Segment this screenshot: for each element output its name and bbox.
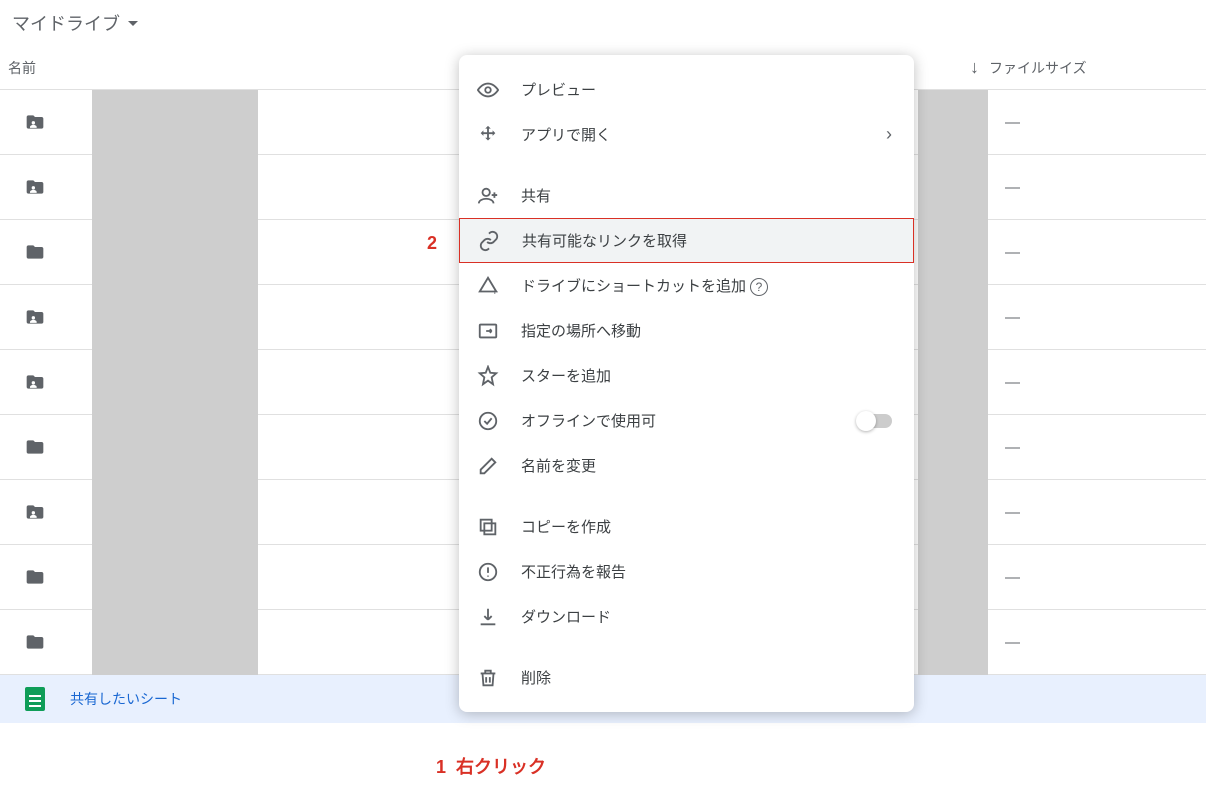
folder-icon (0, 437, 70, 457)
svg-text:+: + (492, 286, 498, 297)
file-size-cell: — (990, 114, 1020, 131)
menu-rename-label: 名前を変更 (521, 455, 596, 476)
caret-down-icon (128, 21, 138, 26)
pencil-icon (477, 455, 521, 477)
menu-open-with[interactable]: アプリで開く › (459, 112, 914, 157)
menu-preview-label: プレビュー (521, 79, 596, 100)
menu-move[interactable]: 指定の場所へ移動 (459, 308, 914, 353)
move-icon (477, 124, 521, 146)
menu-preview[interactable]: プレビュー (459, 67, 914, 112)
annotation-step-1: 1 右クリック (436, 753, 546, 779)
person-add-icon (477, 185, 521, 207)
menu-add-shortcut[interactable]: + ドライブにショートカットを追加? (459, 263, 914, 308)
file-size-cell: — (990, 309, 1020, 326)
eye-icon (477, 79, 521, 101)
menu-report[interactable]: 不正行為を報告 (459, 549, 914, 594)
selected-file-name: 共有したいシート (70, 689, 182, 709)
shared-folder-icon (0, 502, 70, 522)
context-menu: プレビュー アプリで開く › 共有 共有可能なリンクを取得 + ドライブにショー… (459, 55, 914, 712)
shared-folder-icon (0, 112, 70, 132)
menu-download[interactable]: ダウンロード (459, 594, 914, 639)
menu-star[interactable]: スターを追加 (459, 353, 914, 398)
copy-icon (477, 516, 521, 538)
menu-star-label: スターを追加 (521, 365, 611, 386)
column-size-label: ファイルサイズ (989, 58, 1087, 78)
thumbnail-column-bg (92, 90, 258, 675)
offline-check-icon (477, 410, 521, 432)
trash-icon (477, 667, 521, 689)
menu-get-link[interactable]: 共有可能なリンクを取得 (459, 218, 914, 263)
sort-down-icon: ↓ (970, 57, 979, 78)
menu-offline[interactable]: オフラインで使用可 (459, 398, 914, 443)
menu-report-label: 不正行為を報告 (521, 561, 626, 582)
report-icon (477, 561, 521, 583)
file-size-cell: — (990, 244, 1020, 261)
file-size-cell: — (990, 179, 1020, 196)
menu-share-label: 共有 (521, 185, 551, 206)
folder-icon (0, 567, 70, 587)
offline-toggle[interactable] (858, 414, 892, 428)
shared-folder-icon (0, 307, 70, 327)
chevron-right-icon: › (886, 124, 892, 145)
menu-share[interactable]: 共有 (459, 173, 914, 218)
menu-get-link-label: 共有可能なリンクを取得 (522, 230, 687, 251)
menu-delete-label: 削除 (521, 667, 551, 688)
file-size-cell: — (990, 374, 1020, 391)
help-icon[interactable]: ? (750, 278, 768, 296)
menu-delete[interactable]: 削除 (459, 655, 914, 700)
drive-header[interactable]: マイドライブ (0, 0, 1206, 46)
menu-rename[interactable]: 名前を変更 (459, 443, 914, 488)
folder-icon (0, 242, 70, 262)
menu-copy-label: コピーを作成 (521, 516, 611, 537)
download-icon (477, 606, 521, 628)
file-size-cell: — (990, 634, 1020, 651)
file-size-cell: — (990, 569, 1020, 586)
shared-folder-icon (0, 372, 70, 392)
menu-move-label: 指定の場所へ移動 (521, 320, 641, 341)
annotation-step-2: 2 (427, 233, 437, 254)
menu-download-label: ダウンロード (521, 606, 611, 627)
menu-add-shortcut-label: ドライブにショートカットを追加? (521, 275, 768, 296)
menu-offline-label: オフラインで使用可 (521, 410, 656, 431)
shared-folder-icon (0, 177, 70, 197)
thumbnail-column-bg-right (918, 90, 988, 675)
column-size[interactable]: ↓ ファイルサイズ (970, 57, 1087, 78)
sheets-icon (0, 687, 70, 711)
star-icon (477, 365, 521, 387)
link-icon (478, 230, 522, 252)
menu-copy[interactable]: コピーを作成 (459, 504, 914, 549)
file-size-cell: — (990, 504, 1020, 521)
folder-icon (0, 632, 70, 652)
drive-shortcut-icon: + (477, 275, 521, 297)
drive-title: マイドライブ (12, 10, 120, 36)
file-size-cell: — (990, 439, 1020, 456)
folder-move-icon (477, 320, 521, 342)
menu-open-with-label: アプリで開く (521, 124, 611, 145)
